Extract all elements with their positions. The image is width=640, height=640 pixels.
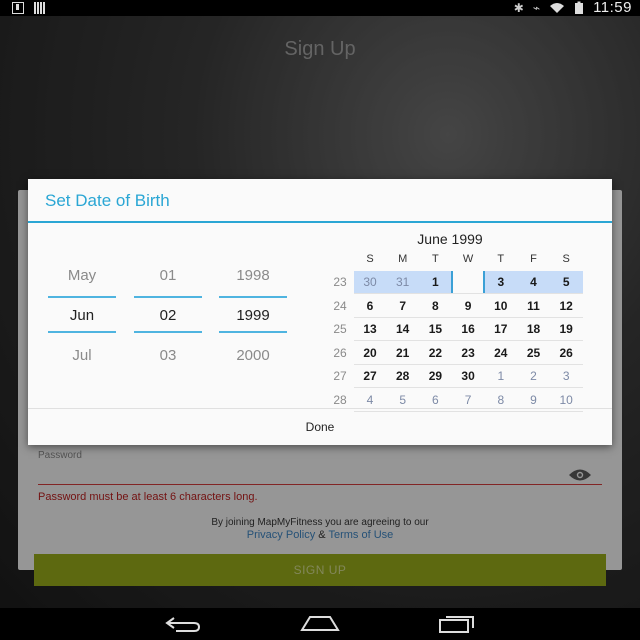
calendar-day[interactable]: 18 <box>518 322 550 336</box>
spinner-divider <box>48 331 116 333</box>
status-bar: ✱ ⌁ 11:59 <box>0 0 640 16</box>
calendar-day[interactable]: 6 <box>419 393 451 407</box>
calendar-day[interactable]: 13 <box>354 322 386 336</box>
year-next[interactable]: 2000 <box>219 347 287 364</box>
calendar-day[interactable]: 16 <box>452 322 484 336</box>
calendar-day[interactable]: 8 <box>419 299 451 313</box>
selected-date-marker <box>483 271 486 293</box>
calendar-day[interactable]: 3 <box>550 369 582 383</box>
calendar-day[interactable]: 30 <box>354 275 386 289</box>
calendar-day[interactable]: 11 <box>518 299 550 313</box>
dialog-title-divider <box>28 221 612 223</box>
selected-date-marker <box>451 271 454 293</box>
spinner-divider <box>219 331 287 333</box>
download-icon <box>12 2 24 14</box>
calendar-day[interactable]: 17 <box>485 322 517 336</box>
calendar-day[interactable]: 20 <box>354 346 386 360</box>
month-next[interactable]: Jul <box>48 347 116 364</box>
weekday-header: S <box>366 253 374 265</box>
calendar-day[interactable]: 12 <box>550 299 582 313</box>
week-number: 25 <box>333 322 347 336</box>
weekday-header: M <box>398 253 408 265</box>
date-of-birth-dialog: Set Date of Birth May Jun Jul 01 02 03 1… <box>28 179 612 445</box>
calendar-day[interactable]: 5 <box>387 393 419 407</box>
calendar-day[interactable]: 10 <box>485 299 517 313</box>
month-current[interactable]: Jun <box>48 307 116 324</box>
calendar-day[interactable]: 15 <box>419 322 451 336</box>
dialog-title: Set Date of Birth <box>45 191 170 210</box>
calendar-day[interactable]: 9 <box>452 299 484 313</box>
weekday-header: F <box>530 253 537 265</box>
calendar-day[interactable]: 25 <box>518 346 550 360</box>
week-number: 24 <box>333 298 347 313</box>
barcode-icon <box>34 2 46 14</box>
weekday-header: S <box>562 253 570 265</box>
calendar-day[interactable]: 4 <box>354 393 386 407</box>
week-number: 28 <box>333 392 347 407</box>
week-number: 27 <box>333 369 347 383</box>
calendar-day[interactable]: 6 <box>354 299 386 313</box>
calendar-day[interactable]: 19 <box>550 322 582 336</box>
spinner-divider <box>134 296 202 298</box>
home-icon[interactable] <box>300 614 340 632</box>
weekday-header: T <box>497 253 505 265</box>
calendar-day[interactable]: 1 <box>485 369 517 383</box>
battery-icon <box>575 1 584 14</box>
calendar-day[interactable]: 29 <box>419 369 451 383</box>
calendar-day[interactable]: 28 <box>387 369 419 383</box>
weekday-header: T <box>432 253 439 265</box>
calendar-day[interactable]: 14 <box>387 322 419 336</box>
calendar-day[interactable]: 31 <box>387 275 419 289</box>
spinner-divider <box>48 296 116 298</box>
day-next[interactable]: 03 <box>134 347 202 364</box>
calendar-day[interactable]: 2 <box>518 369 550 383</box>
year-prev[interactable]: 1998 <box>219 267 287 284</box>
calendar-day[interactable]: 4 <box>518 275 550 289</box>
selected-date-cell <box>453 271 484 293</box>
calendar-row-divider <box>354 387 583 388</box>
vibrate-icon: ⌁ <box>532 1 541 15</box>
clock: 11:59 <box>593 0 632 16</box>
wifi-icon <box>550 3 565 13</box>
week-number: 23 <box>333 275 347 289</box>
day-current[interactable]: 02 <box>134 307 202 324</box>
calendar-row-divider <box>354 340 583 341</box>
calendar-day[interactable]: 9 <box>518 393 550 407</box>
spinner-divider <box>219 296 287 298</box>
calendar-day[interactable]: 7 <box>387 299 419 313</box>
spinner-divider <box>134 331 202 333</box>
calendar-day[interactable]: 10 <box>550 393 582 407</box>
calendar-day[interactable]: 21 <box>387 346 419 360</box>
navigation-bar <box>0 608 640 640</box>
year-current[interactable]: 1999 <box>219 307 287 324</box>
calendar-day[interactable]: 3 <box>485 275 517 289</box>
calendar-day[interactable]: 30 <box>452 369 484 383</box>
calendar-day[interactable]: 26 <box>550 346 582 360</box>
calendar-day[interactable]: 24 <box>485 346 517 360</box>
calendar-day[interactable]: 8 <box>485 393 517 407</box>
bluetooth-icon: ✱ <box>513 1 524 15</box>
calendar-month-title: June 1999 <box>417 231 483 247</box>
calendar-day[interactable]: 1 <box>419 275 451 289</box>
calendar-day[interactable]: 22 <box>419 346 451 360</box>
calendar-day[interactable]: 27 <box>354 369 386 383</box>
calendar-row-divider <box>354 293 583 294</box>
weekday-header: W <box>462 253 474 265</box>
back-icon[interactable] <box>164 614 202 632</box>
recents-icon[interactable] <box>438 614 476 634</box>
calendar-day[interactable]: 5 <box>550 275 582 289</box>
calendar-day[interactable]: 7 <box>452 393 484 407</box>
day-prev[interactable]: 01 <box>134 267 202 284</box>
month-prev[interactable]: May <box>48 267 116 284</box>
calendar-day[interactable]: 23 <box>452 346 484 360</box>
week-number: 26 <box>333 345 347 360</box>
calendar-row-divider <box>354 316 583 318</box>
done-button[interactable]: Done <box>28 409 612 445</box>
calendar-row-divider <box>354 363 583 365</box>
